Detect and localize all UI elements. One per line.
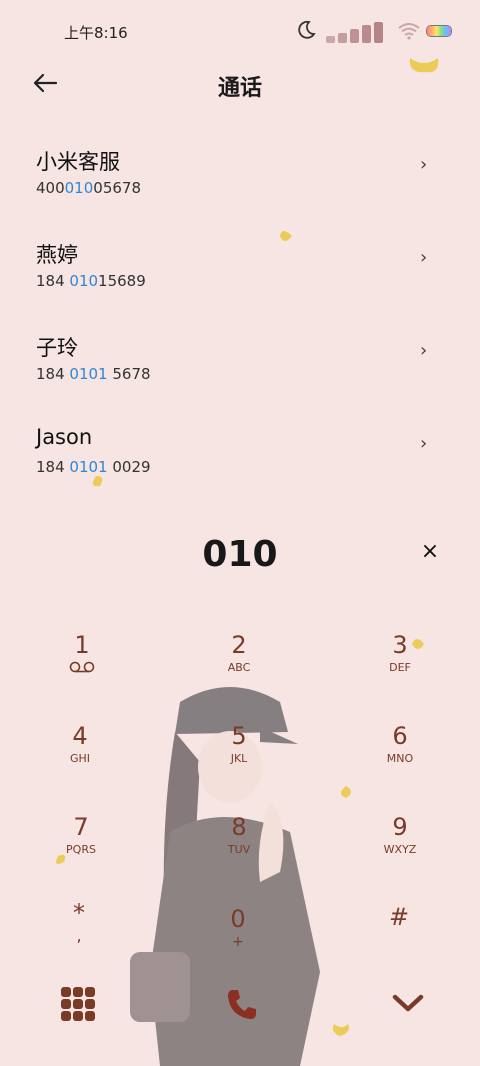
key-2[interactable]: 2 ABC [179, 630, 299, 710]
contact-row[interactable]: 燕婷 184 01015689 › [0, 223, 480, 303]
contact-row[interactable]: Jason 184 0101 0029 › [0, 409, 480, 489]
key-3[interactable]: 3 DEF [340, 630, 460, 710]
key-digit: 3 [392, 631, 408, 659]
key-4[interactable]: 4 GHI [20, 721, 140, 801]
key-hash[interactable]: # [339, 902, 459, 982]
cellular-signal-icon [326, 22, 383, 43]
do-not-disturb-moon-icon [298, 20, 316, 39]
key-letters: ABC [227, 661, 251, 674]
chevron-right-icon[interactable]: › [420, 340, 427, 361]
dialed-number-display: 010 × [0, 528, 480, 584]
key-0[interactable]: 0 + [178, 904, 298, 984]
chevron-right-icon[interactable]: › [420, 154, 427, 175]
dialer-actions [0, 980, 480, 1030]
phone-icon[interactable] [224, 986, 260, 1022]
dialpad-grid-icon[interactable] [60, 986, 96, 1022]
header: 通话 [0, 60, 480, 106]
status-bar: 上午8:16 [0, 0, 480, 60]
key-letters: DEF [389, 661, 411, 674]
key-digit: 7 [73, 813, 89, 841]
key-digit: 1 [74, 631, 90, 659]
dialed-number: 010 [202, 534, 278, 575]
contact-number: 184 0101 5678 [36, 365, 151, 383]
clear-icon[interactable]: × [418, 540, 442, 564]
contact-row[interactable]: 小米客服 40001005678 › [0, 130, 480, 210]
key-letters: PQRS [66, 843, 96, 856]
key-letters: TUV [227, 843, 251, 856]
contact-number: 40001005678 [36, 179, 141, 197]
key-digit: 9 [392, 813, 408, 841]
contact-name: Jason [36, 425, 93, 449]
key-letters: GHI [69, 752, 91, 765]
key-digit: 8 [231, 813, 247, 841]
key-digit: 4 [72, 722, 88, 750]
key-9[interactable]: 9 WXYZ [340, 812, 460, 892]
key-letters: JKL [230, 752, 248, 765]
key-8[interactable]: 8 TUV [179, 812, 299, 892]
contact-number: 184 0101 0029 [36, 458, 151, 476]
chevron-right-icon[interactable]: › [420, 433, 427, 454]
key-7[interactable]: 7 PQRS [21, 812, 141, 892]
key-digit: 0 [230, 905, 246, 933]
key-letters: + [232, 934, 244, 950]
key-digit: # [388, 903, 410, 931]
contact-name: 子玲 [36, 336, 78, 360]
contact-name: 燕婷 [36, 243, 78, 267]
key-digit: 2 [231, 631, 247, 659]
key-digit: * [73, 899, 85, 927]
key-letters: WXYZ [383, 843, 417, 856]
key-star[interactable]: * , [19, 898, 139, 978]
voicemail-icon [69, 661, 95, 673]
page-title: 通话 [217, 76, 262, 101]
contact-number: 184 01015689 [36, 272, 146, 290]
status-time: 上午8:16 [64, 24, 128, 42]
wifi-icon [398, 23, 420, 40]
key-6[interactable]: 6 MNO [340, 721, 460, 801]
battery-icon [426, 25, 452, 37]
key-1[interactable]: 1 [22, 630, 142, 710]
contact-name: 小米客服 [36, 150, 120, 174]
contact-row[interactable]: 子玲 184 0101 5678 › [0, 316, 480, 396]
chevron-down-icon[interactable] [390, 988, 426, 1018]
key-5[interactable]: 5 JKL [179, 721, 299, 801]
key-letters: , [76, 926, 82, 945]
chevron-right-icon[interactable]: › [420, 247, 427, 268]
key-digit: 6 [392, 722, 408, 750]
key-letters: MNO [386, 752, 414, 765]
key-digit: 5 [231, 722, 247, 750]
